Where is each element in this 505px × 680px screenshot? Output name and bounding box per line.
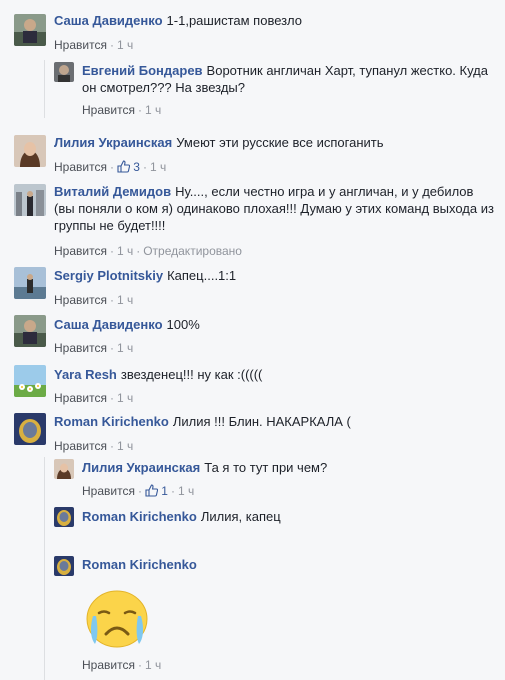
avatar[interactable] [14, 184, 46, 216]
like-button[interactable]: Нравится [54, 439, 107, 453]
avatar[interactable] [54, 459, 74, 479]
reply-thread-line [44, 60, 45, 118]
separator-dot: · [109, 244, 114, 258]
separator-dot: · [109, 439, 114, 453]
comment-author-link[interactable]: Лилия Украинская [82, 460, 200, 475]
like-button[interactable]: Нравится [82, 103, 135, 117]
comment-timestamp[interactable]: 1 ч [117, 38, 133, 52]
avatar[interactable] [14, 267, 46, 299]
separator-dot: · [136, 244, 141, 258]
comment-timestamp[interactable]: 1 ч [145, 658, 161, 672]
avatar[interactable] [14, 14, 46, 46]
separator-dot: · [137, 484, 142, 498]
separator-dot: · [109, 160, 114, 174]
comment-author-link[interactable]: Виталий Демидов [54, 184, 171, 199]
reply-thread-line [44, 457, 45, 680]
avatar[interactable] [54, 62, 74, 82]
separator-dot: · [109, 38, 114, 52]
comment-text: Капец....1:1 [167, 268, 237, 283]
comment-text: Та я то тут при чем? [204, 460, 328, 475]
separator-dot: · [109, 391, 114, 405]
like-button[interactable]: Нравится [54, 391, 107, 405]
comment-timestamp[interactable]: 1 ч [117, 293, 133, 307]
comment-author-link[interactable]: Саша Давиденко [54, 317, 163, 332]
comment-author-link[interactable]: Sergiy Plotnitskiy [54, 268, 163, 283]
like-button[interactable]: Нравится [54, 244, 107, 258]
comment-timestamp[interactable]: 1 ч [117, 391, 133, 405]
thumbs-up-icon [145, 484, 158, 497]
comment-timestamp[interactable]: 1 ч [178, 484, 194, 498]
comment-text: 1-1,рашистам повезло [166, 13, 302, 28]
comment-text: Умеют эти русские все испоганить [176, 135, 384, 150]
like-button[interactable]: Нравится [82, 658, 135, 672]
separator-dot: · [142, 160, 147, 174]
comment-timestamp[interactable]: 1 ч [117, 244, 133, 258]
separator-dot: · [137, 658, 142, 672]
comment-timestamp[interactable]: 1 ч [145, 103, 161, 117]
thumbs-up-icon [117, 160, 130, 173]
comment-timestamp[interactable]: 1 ч [117, 341, 133, 355]
comment-timestamp[interactable]: 1 ч [117, 439, 133, 453]
avatar[interactable] [14, 413, 46, 445]
separator-dot: · [109, 293, 114, 307]
separator-dot: · [109, 341, 114, 355]
avatar[interactable] [54, 507, 74, 527]
like-button[interactable]: Нравится [54, 341, 107, 355]
comment-author-link[interactable]: Roman Kirichenko [54, 414, 169, 429]
separator-dot: · [137, 103, 142, 117]
like-button[interactable]: Нравится [54, 160, 107, 174]
comment-author-link[interactable]: Лилия Украинская [54, 135, 172, 150]
comment-timestamp[interactable]: 1 ч [150, 160, 166, 174]
avatar[interactable] [54, 556, 74, 576]
comment-author-link[interactable]: Евгений Бондарев [82, 63, 203, 78]
avatar[interactable] [14, 315, 46, 347]
comment-author-link[interactable]: Roman Kirichenko [82, 557, 197, 572]
comment-text: Лилия, капец [200, 509, 281, 524]
comment-text: звезденец!!! ну как :((((( [120, 367, 263, 382]
like-button[interactable]: Нравится [54, 293, 107, 307]
separator-dot: · [170, 484, 175, 498]
comment-author-link[interactable]: Roman Kirichenko [82, 509, 197, 524]
like-count[interactable]: 3 [117, 160, 140, 174]
crying-face-icon [82, 586, 152, 655]
avatar[interactable] [14, 135, 46, 167]
like-button[interactable]: Нравится [82, 484, 135, 498]
edited-label[interactable]: Отредактировано [143, 244, 242, 258]
like-button[interactable]: Нравится [54, 38, 107, 52]
comment-text: 100% [166, 317, 200, 332]
comment-author-link[interactable]: Саша Давиденко [54, 13, 163, 28]
comment-text: Лилия !!! Блин. НАКАРКАЛА ( [172, 414, 351, 429]
comment-author-link[interactable]: Yara Resh [54, 367, 117, 382]
avatar[interactable] [14, 365, 46, 397]
like-count[interactable]: 1 [145, 484, 168, 498]
